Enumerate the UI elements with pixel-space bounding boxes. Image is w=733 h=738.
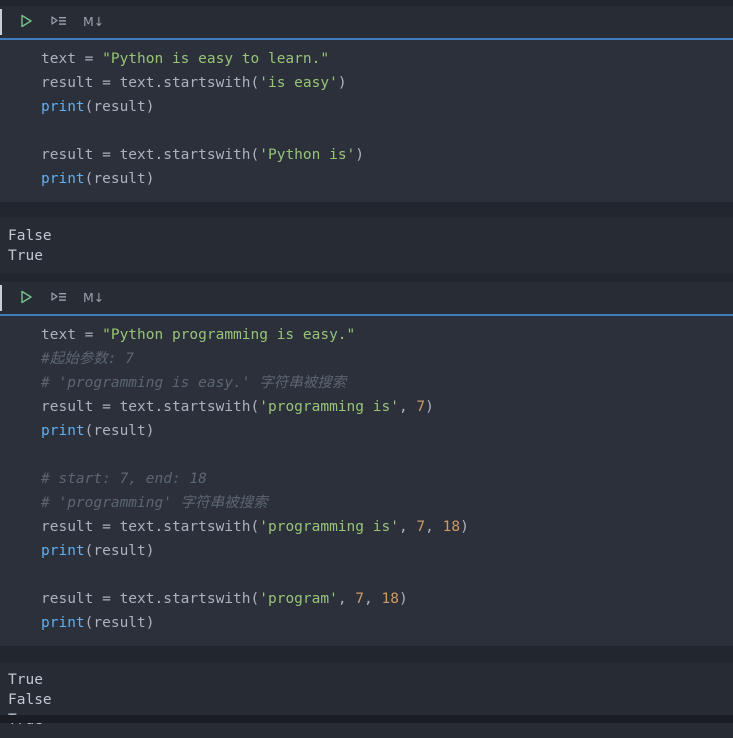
bottom-strip: [0, 715, 733, 723]
run-below-button[interactable]: [48, 287, 69, 309]
code-token: (result): [85, 543, 155, 559]
cell-toolbar: M↓: [0, 6, 733, 40]
code-token: ): [425, 399, 434, 415]
code-token: print: [41, 423, 85, 439]
code-token: (result): [85, 423, 155, 439]
code-line: result = text.startswith('program', 7, 1…: [41, 587, 725, 611]
markdown-icon: M↓: [83, 16, 104, 29]
code-token: 7: [416, 519, 425, 535]
code-token: 'program': [259, 591, 338, 607]
code-token: ,: [338, 591, 355, 607]
run-below-icon: [50, 13, 67, 32]
output-line: True: [8, 670, 725, 690]
code-token: ,: [425, 519, 442, 535]
code-line: # 'programming is easy.' 字符串被搜索: [41, 371, 725, 395]
run-cell-icon: [18, 289, 34, 308]
code-token: result = text.startswith(: [41, 399, 259, 415]
output-line: True: [8, 246, 725, 266]
markdown-toggle-button[interactable]: M↓: [81, 11, 106, 33]
code-token: 'is easy': [259, 75, 338, 91]
code-line: print(result): [41, 167, 725, 191]
code-token: print: [41, 615, 85, 631]
code-token: 7: [355, 591, 364, 607]
code-token: result = text.startswith(: [41, 519, 259, 535]
code-token: result = text.startswith(: [41, 591, 259, 607]
code-token: result = text.startswith(: [41, 75, 259, 91]
output-line: False: [8, 690, 725, 710]
code-token: # 'programming is easy.' 字符串被搜索: [41, 375, 346, 391]
notebook-cell-1: M↓ text = "Python is easy to learn."resu…: [0, 6, 733, 274]
notebook: M↓ text = "Python is easy to learn."resu…: [0, 6, 733, 738]
code-token: (result): [85, 615, 155, 631]
code-token: 7: [416, 399, 425, 415]
code-line: result = text.startswith('programming is…: [41, 395, 725, 419]
markdown-toggle-button[interactable]: M↓: [81, 287, 106, 309]
cell-output: FalseTrue: [0, 218, 733, 274]
code-token: print: [41, 543, 85, 559]
code-token: ,: [399, 399, 416, 415]
code-line: [41, 443, 725, 467]
code-line: result = text.startswith('is easy'): [41, 71, 725, 95]
code-token: ): [355, 147, 364, 163]
code-token: print: [41, 171, 85, 187]
code-token: (result): [85, 99, 155, 115]
code-line: print(result): [41, 539, 725, 563]
code-token: 18: [443, 519, 460, 535]
code-token: ,: [399, 519, 416, 535]
markdown-icon: M↓: [83, 292, 104, 305]
run-cell-button[interactable]: [16, 11, 36, 33]
notebook-cell-2: M↓ text = "Python programming is easy." #…: [0, 282, 733, 738]
code-token: "Python programming is easy.": [102, 327, 355, 343]
code-editor[interactable]: text = "Python programming is easy." #起始参…: [0, 316, 733, 646]
code-token: "Python is easy to learn.": [102, 51, 329, 67]
code-token: #起始参数: 7: [41, 351, 134, 367]
code-token: 18: [382, 591, 399, 607]
code-line: # 'programming' 字符串被搜索: [41, 491, 725, 515]
code-editor[interactable]: text = "Python is easy to learn."result …: [0, 40, 733, 202]
code-token: text =: [41, 51, 102, 67]
code-token: # 'programming' 字符串被搜索: [41, 495, 268, 511]
cell-focus-bar: [0, 9, 2, 35]
code-token: # start: 7, end: 18: [41, 471, 207, 487]
code-token: (result): [85, 171, 155, 187]
code-line: [41, 563, 725, 587]
run-cell-icon: [18, 13, 34, 32]
code-token: ): [460, 519, 469, 535]
code-line: print(result): [41, 419, 725, 443]
code-line: print(result): [41, 611, 725, 635]
code-token: ): [338, 75, 347, 91]
code-token: ,: [364, 591, 381, 607]
code-line: [41, 119, 725, 143]
code-token: 'programming is': [259, 519, 399, 535]
run-cell-button[interactable]: [16, 287, 36, 309]
run-below-button[interactable]: [48, 11, 69, 33]
code-token: print: [41, 99, 85, 115]
code-line: print(result): [41, 95, 725, 119]
cell-focus-bar: [0, 285, 2, 311]
code-token: 'Python is': [259, 147, 355, 163]
run-below-icon: [50, 289, 67, 308]
code-line: text = "Python is easy to learn.": [41, 47, 725, 71]
code-line: #起始参数: 7: [41, 347, 725, 371]
code-token: text =: [41, 327, 102, 343]
cell-output: TrueFalseTrue: [0, 662, 733, 738]
code-line: result = text.startswith('programming is…: [41, 515, 725, 539]
code-token: 'programming is': [259, 399, 399, 415]
code-line: text = "Python programming is easy.": [41, 323, 725, 347]
output-line: False: [8, 226, 725, 246]
code-token: ): [399, 591, 408, 607]
cell-toolbar: M↓: [0, 282, 733, 316]
code-line: result = text.startswith('Python is'): [41, 143, 725, 167]
code-token: result = text.startswith(: [41, 147, 259, 163]
code-line: # start: 7, end: 18: [41, 467, 725, 491]
